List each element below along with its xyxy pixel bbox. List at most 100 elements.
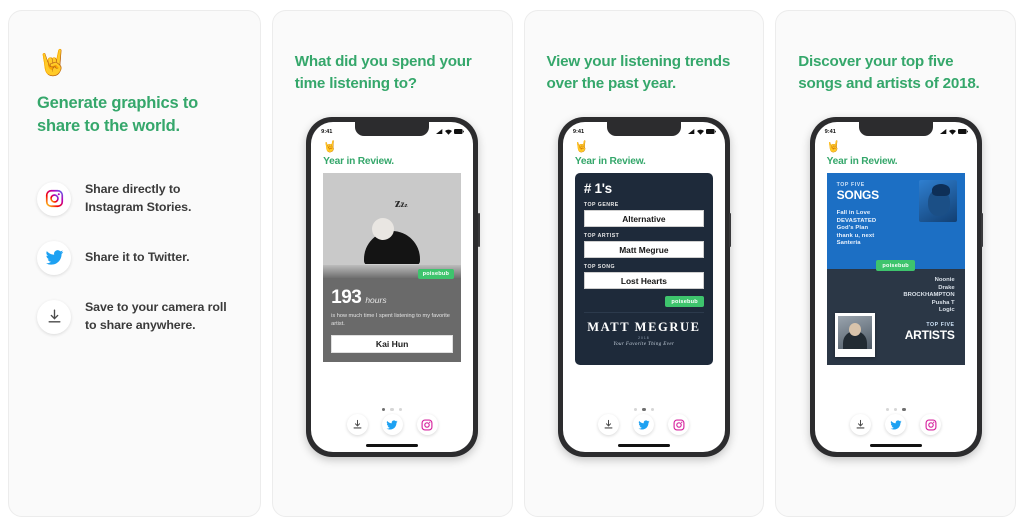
banner-tagline: Your Favorite Thing Ever [613,342,675,348]
wifi-icon [696,129,704,135]
feature-item-download: Save to your camera roll to share anywhe… [37,299,232,335]
graphic-card-top-five[interactable]: TOP FIVE SONGS Fall in Love DEVASTATED G… [815,167,977,404]
twitter-icon [37,240,71,275]
top-song-value: Lost Hearts [583,272,704,290]
badge-row: poisebub [837,260,955,272]
artist-field: Kai Hun [331,334,454,353]
panel-number-ones: View your listening trends over the past… [523,10,765,517]
share-bar [311,414,473,444]
page-dots[interactable] [563,404,725,414]
sleep-zzz-label: zzz [394,195,408,211]
page-dot[interactable] [633,408,638,412]
app-header: 🤘 Year in Review. [311,139,473,168]
page-dot[interactable] [382,408,386,412]
page-dot[interactable] [642,408,646,412]
top-song-label: TOP SONG [583,264,616,271]
instagram-icon[interactable] [920,414,942,436]
panel-features: 🤘 Generate graphics to share to the worl… [8,10,261,517]
song-item: God's Plan [836,225,869,232]
app-title: Year in Review. [574,156,646,168]
battery-icon [705,129,716,135]
page-dot[interactable] [650,408,654,412]
battery-icon [454,129,464,135]
top-artist-value: Matt Megrue [583,241,704,259]
phone-screen: 9:41 🤘 Year in Review. TOP FIVE SONGS Fa… [814,122,977,453]
feature-label: Share it to Twitter. [85,249,190,264]
download-icon[interactable] [346,414,368,436]
screenshot-gallery: 🤘 Generate graphics to share to the worl… [0,0,1024,527]
card-body: poisebub 193 hours is how much time I sp… [323,269,462,362]
artist-portrait [918,180,957,223]
page-dot[interactable] [398,408,403,412]
home-indicator [869,444,922,448]
hours-row: 193 hours [331,287,453,309]
phone-mockup: 9:41 🤘 Year in Review. # 1's TOP GENRE A… [557,117,732,458]
artist-item: Logic [938,307,955,314]
twitter-icon[interactable] [633,414,655,436]
instagram-icon[interactable] [668,414,690,436]
artist-item: Drake [938,284,955,291]
top-artists-card: poisebub Noonie Drake BROCKHAMPTON Pusha… [826,260,965,366]
feature-label: Save to your camera roll to share anywhe… [85,299,227,332]
signal-icon [687,129,695,135]
polaroid-image [837,316,872,350]
phone-screen: 9:41 🤘 Year in Review. zzz poisebub 193 … [311,122,474,453]
song-item: thank u, next [836,232,875,239]
home-indicator [366,444,419,448]
battery-icon [957,129,968,135]
page-dot[interactable] [390,408,394,412]
hours-description: is how much time I spent listening to my… [331,313,450,328]
wifi-icon [445,129,453,135]
graphic-card-hours[interactable]: zzz poisebub 193 hours is how much time … [311,167,473,404]
top-artist-label: TOP ARTIST [583,233,620,240]
instagram-icon [37,181,71,216]
download-icon[interactable] [598,414,620,436]
status-indicators [436,129,464,135]
app-header: 🤘 Year in Review. [815,139,977,168]
page-dot[interactable] [902,408,906,412]
rock-on-hand-icon: 🤘 [574,141,589,154]
top-songs-card: TOP FIVE SONGS Fall in Love DEVASTATED G… [826,173,965,270]
twitter-icon[interactable] [381,414,403,436]
page-dot[interactable] [893,408,898,412]
panel-headline: Generate graphics to share to the world. [37,94,199,136]
badge-row: poisebub [584,296,704,308]
page-dots[interactable] [311,404,473,414]
artist-item: Noonie [934,277,955,284]
panel-top-five: Discover your top five songs and artists… [775,10,1016,517]
number-ones-card: # 1's TOP GENRE Alternative TOP ARTIST M… [574,173,713,366]
feature-item-twitter: Share it to Twitter. [37,240,232,275]
graphic-card-number-ones[interactable]: # 1's TOP GENRE Alternative TOP ARTIST M… [563,167,725,404]
top-genre-label: TOP GENRE [583,202,619,209]
status-time: 9:41 [321,128,333,135]
phone-mockup: 9:41 🤘 Year in Review. zzz poisebub 193 … [306,117,480,458]
brand-badge: poisebub [876,260,915,272]
app-title: Year in Review. [323,156,394,168]
page-dots[interactable] [815,404,977,414]
banner-artist-name: MATT MEGRUE [587,320,701,335]
status-bar: 9:41 [815,122,977,139]
hours-value: 193 [331,287,362,309]
artists-list: Noonie Drake BROCKHAMPTON Pusha T Logic [837,277,955,314]
status-time: 9:41 [824,128,836,135]
polaroid-photo [834,313,875,358]
wifi-icon [948,129,956,135]
twitter-icon[interactable] [885,414,907,436]
feature-label: Share directly to Instagram Stories. [85,181,192,214]
card-title: # 1's [583,181,612,197]
artist-banner: MATT MEGRUE 2018 Your Favorite Thing Eve… [583,312,704,357]
panel-headline: Discover your top five songs and artists… [798,53,980,93]
download-icon[interactable] [850,414,872,436]
panel-headline: What did you spend your time listening t… [294,53,472,93]
signal-icon [939,129,946,135]
song-item: Santeria [836,240,861,247]
rock-on-hand-icon: 🤘 [826,141,841,154]
hours-unit: hours [365,295,387,306]
top-genre-value: Alternative [583,210,704,228]
panel-hours: What did you spend your time listening t… [271,10,513,517]
instagram-icon[interactable] [416,414,438,436]
page-dot[interactable] [885,408,889,412]
download-icon [37,299,71,334]
share-bar [563,414,725,444]
status-time: 9:41 [572,128,585,135]
